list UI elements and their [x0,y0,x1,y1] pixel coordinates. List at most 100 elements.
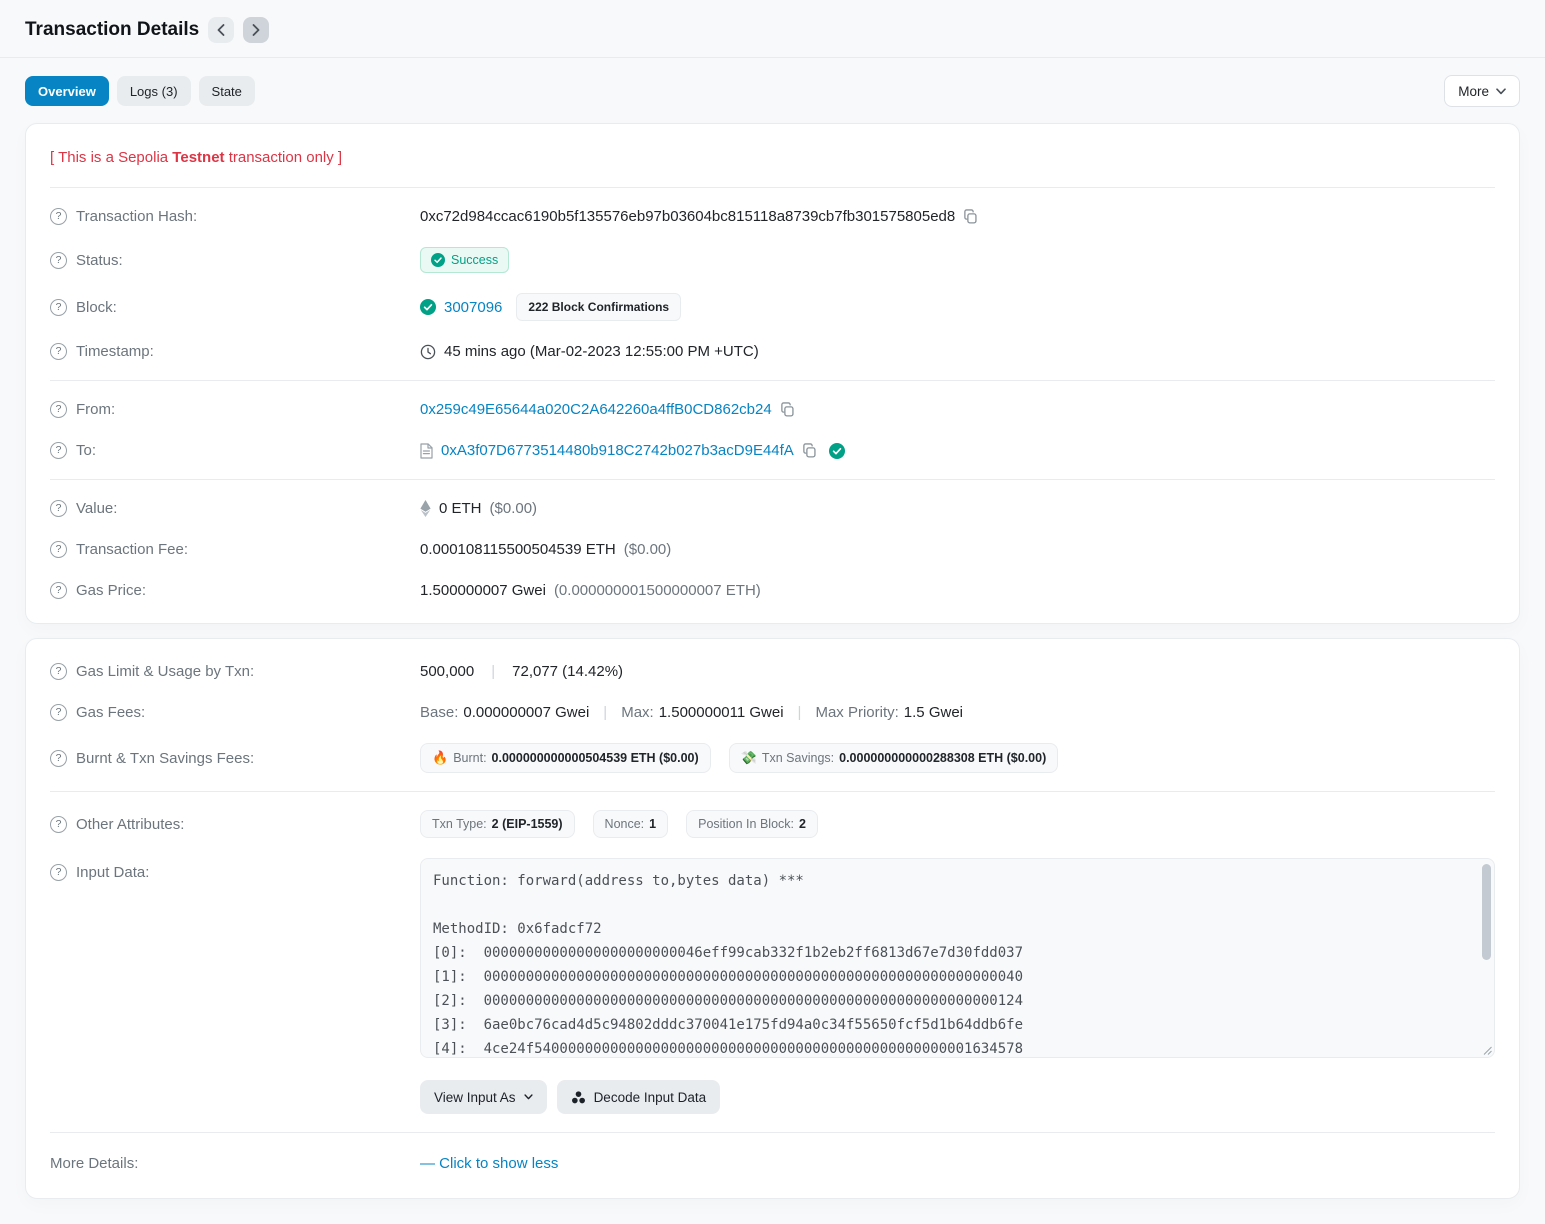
resize-handle-icon[interactable] [1483,1046,1492,1055]
hash-status-section: ? Transaction Hash: 0xc72d984ccac6190b5f… [50,187,1495,380]
value-row: ? Value: 0 ETH ($0.00) [50,488,1495,529]
copy-to-address-button[interactable] [802,443,817,458]
help-icon[interactable]: ? [50,401,67,418]
input-data-text: Function: forward(address to,bytes data)… [433,869,1468,1058]
details-card: ? Gas Limit & Usage by Txn: 500,000 | 72… [25,638,1520,1199]
help-icon[interactable]: ? [50,750,67,767]
timestamp-row: ? Timestamp: 45 mins ago (Mar-02-2023 12… [50,331,1495,372]
help-icon[interactable]: ? [50,500,67,517]
burnt-savings-label: Burnt & Txn Savings Fees: [76,750,254,767]
position-in-block-badge: Position In Block: 2 [686,810,818,838]
timestamp-value: 45 mins ago (Mar-02-2023 12:55:00 PM +UT… [444,343,759,360]
from-row: ? From: 0x259c49E65644a020C2A642260a4ffB… [50,389,1495,430]
input-data-scrollbar[interactable] [1481,862,1491,1054]
help-icon[interactable]: ? [50,252,67,269]
attributes-input-section: ? Other Attributes: Txn Type: 2 (EIP-155… [50,791,1495,1132]
help-icon[interactable]: ? [50,208,67,225]
to-label: To: [76,442,96,459]
copy-icon [802,443,817,458]
from-label: From: [76,401,115,418]
more-dropdown-button[interactable]: More [1444,75,1520,107]
help-icon[interactable]: ? [50,442,67,459]
previous-transaction-button[interactable] [208,17,234,43]
block-label: Block: [76,299,117,316]
copy-from-address-button[interactable] [780,402,795,417]
page-title: Transaction Details [25,19,199,41]
more-details-section: More Details: — Click to show less [50,1132,1495,1194]
money-wings-icon: 💸 [741,750,757,766]
gas-limit-value: 500,000 [420,663,474,680]
fire-icon: 🔥 [432,750,448,766]
separator: | [594,704,616,721]
gas-fees-row: ? Gas Fees: Base: 0.000000007 Gwei | Max… [50,692,1495,733]
chevron-down-icon [524,1094,533,1100]
check-circle-icon [420,299,436,315]
base-fee-label: Base: [420,704,458,721]
to-address-link[interactable]: 0xA3f07D6773514480b918C2742b027b3acD9E44… [441,442,794,459]
clock-icon [420,344,436,360]
help-icon[interactable]: ? [50,704,67,721]
gas-limit-label: Gas Limit & Usage by Txn: [76,663,254,680]
copy-hash-button[interactable] [963,209,978,224]
transaction-fee-amount: 0.000108115500504539 ETH [420,541,616,558]
view-input-as-button[interactable]: View Input As [420,1080,547,1114]
decode-input-data-button[interactable]: Decode Input Data [557,1080,721,1114]
more-details-label: More Details: [50,1155,138,1172]
status-row: ? Status: Success [50,237,1495,283]
overview-card: [ This is a Sepolia Testnet transaction … [25,123,1520,624]
help-icon[interactable]: ? [50,582,67,599]
tabs-row: Overview Logs (3) State More [0,58,1545,123]
block-confirmations-badge: 222 Block Confirmations [516,293,681,321]
transaction-hash-row: ? Transaction Hash: 0xc72d984ccac6190b5f… [50,196,1495,237]
input-data-row: ? Input Data: Function: forward(address … [50,848,1495,1068]
gas-section: ? Gas Limit & Usage by Txn: 500,000 | 72… [50,643,1495,791]
tab-state[interactable]: State [199,76,255,106]
value-label: Value: [76,500,117,517]
gas-usage-value: 72,077 (14.42%) [512,663,623,680]
to-row: ? To: 0xA3f07D6773514480b918C2742b027b3a… [50,430,1495,471]
verified-contract-check-icon [829,443,845,459]
other-attributes-label: Other Attributes: [76,816,184,833]
page-header: Transaction Details [0,0,1545,58]
value-amount: 0 ETH [439,500,482,517]
input-data-actions: View Input As Decode Input Data [50,1068,1495,1124]
copy-icon [963,209,978,224]
transaction-fee-usd: ($0.00) [624,541,672,558]
from-to-section: ? From: 0x259c49E65644a020C2A642260a4ffB… [50,380,1495,479]
chevron-right-icon [252,24,260,36]
tab-logs[interactable]: Logs (3) [117,76,191,106]
show-less-link[interactable]: — Click to show less [420,1155,558,1172]
transaction-fee-label: Transaction Fee: [76,541,188,558]
chevron-left-icon [217,24,225,36]
txn-type-badge: Txn Type: 2 (EIP-1559) [420,810,575,838]
more-details-row: More Details: — Click to show less [50,1141,1495,1186]
input-data-label: Input Data: [76,864,149,881]
nonce-badge: Nonce: 1 [593,810,669,838]
help-icon[interactable]: ? [50,541,67,558]
timestamp-label: Timestamp: [76,343,154,360]
max-priority-fee-label: Max Priority: [815,704,898,721]
transaction-fee-row: ? Transaction Fee: 0.000108115500504539 … [50,529,1495,570]
max-fee-label: Max: [621,704,654,721]
help-icon[interactable]: ? [50,343,67,360]
status-label: Status: [76,252,123,269]
block-number-link[interactable]: 3007096 [444,299,502,316]
scrollbar-thumb[interactable] [1482,864,1491,960]
separator: | [789,704,811,721]
from-address-link[interactable]: 0x259c49E65644a020C2A642260a4ffB0CD862cb… [420,401,772,418]
help-icon[interactable]: ? [50,864,67,881]
tab-overview[interactable]: Overview [25,76,109,106]
block-row: ? Block: 3007096 222 Block Confirmations [50,283,1495,331]
help-icon[interactable]: ? [50,663,67,680]
help-icon[interactable]: ? [50,299,67,316]
value-fee-section: ? Value: 0 ETH ($0.00) ? Transaction Fee… [50,479,1495,619]
txn-savings-badge: 💸 Txn Savings: 0.000000000000288308 ETH … [729,743,1059,773]
input-data-textarea[interactable]: Function: forward(address to,bytes data)… [420,858,1495,1058]
next-transaction-button[interactable] [243,17,269,43]
help-icon[interactable]: ? [50,816,67,833]
testnet-notice-section: [ This is a Sepolia Testnet transaction … [50,128,1495,187]
separator: | [482,663,504,680]
status-badge: Success [420,247,509,273]
base-fee-value: 0.000000007 Gwei [463,704,589,721]
burnt-fees-badge: 🔥 Burnt: 0.000000000000504539 ETH ($0.00… [420,743,711,773]
